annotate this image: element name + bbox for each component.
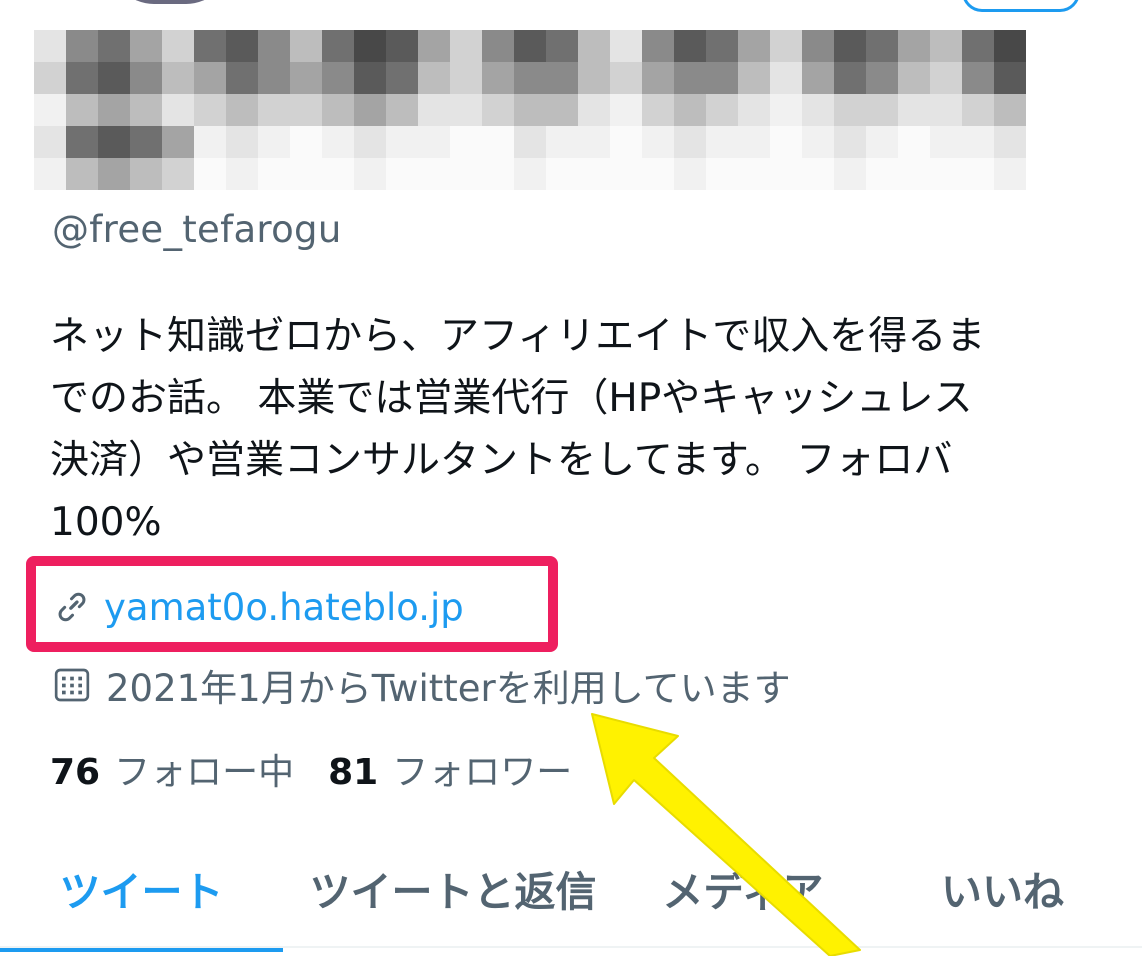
calendar-icon — [54, 668, 90, 702]
tabs-divider — [0, 946, 1142, 948]
tab-tweets[interactable]: ツイート — [0, 830, 283, 952]
bio-line: 100% — [50, 500, 162, 545]
followers-label: フォロワー — [392, 752, 573, 793]
followers-count: 81 — [328, 752, 379, 793]
bio-line: 決済）や営業コンサルタントをしてます。 フォロバ — [50, 438, 953, 483]
tab-media[interactable]: メディア — [623, 830, 863, 946]
bio-line: でのお話。 本業では営業代行（HPやキャッシュレス — [50, 376, 973, 421]
profile-joined: 2021年1月からTwitterを利用しています — [52, 660, 791, 710]
annotation-highlight-box — [26, 556, 558, 652]
following-count: 76 — [50, 752, 101, 793]
avatar[interactable] — [110, 0, 230, 4]
follow-stats: 76 フォロー中 81 フォロワー — [50, 744, 606, 794]
followers-stat[interactable]: 81 フォロワー — [328, 743, 572, 795]
following-label: フォロー中 — [114, 752, 295, 793]
profile-tabs: ツイート ツイートと返信 メディア いいね — [0, 830, 1142, 952]
display-name-pixelated — [34, 30, 1034, 190]
profile-bio: ネット知識ゼロから、アフィリエイトで収入を得るま でのお話。 本業では営業代行（… — [50, 306, 1110, 554]
tab-tweets-and-replies[interactable]: ツイートと返信 — [283, 830, 623, 946]
follow-button[interactable] — [962, 0, 1080, 12]
joined-date: 2021年1月からTwitterを利用しています — [106, 667, 791, 710]
bio-line: ネット知識ゼロから、アフィリエイトで収入を得るま — [50, 314, 986, 359]
profile-handle: @free_tefarogu — [52, 208, 342, 251]
tab-likes[interactable]: いいね — [863, 830, 1142, 946]
following-stat[interactable]: 76 フォロー中 — [50, 743, 294, 795]
